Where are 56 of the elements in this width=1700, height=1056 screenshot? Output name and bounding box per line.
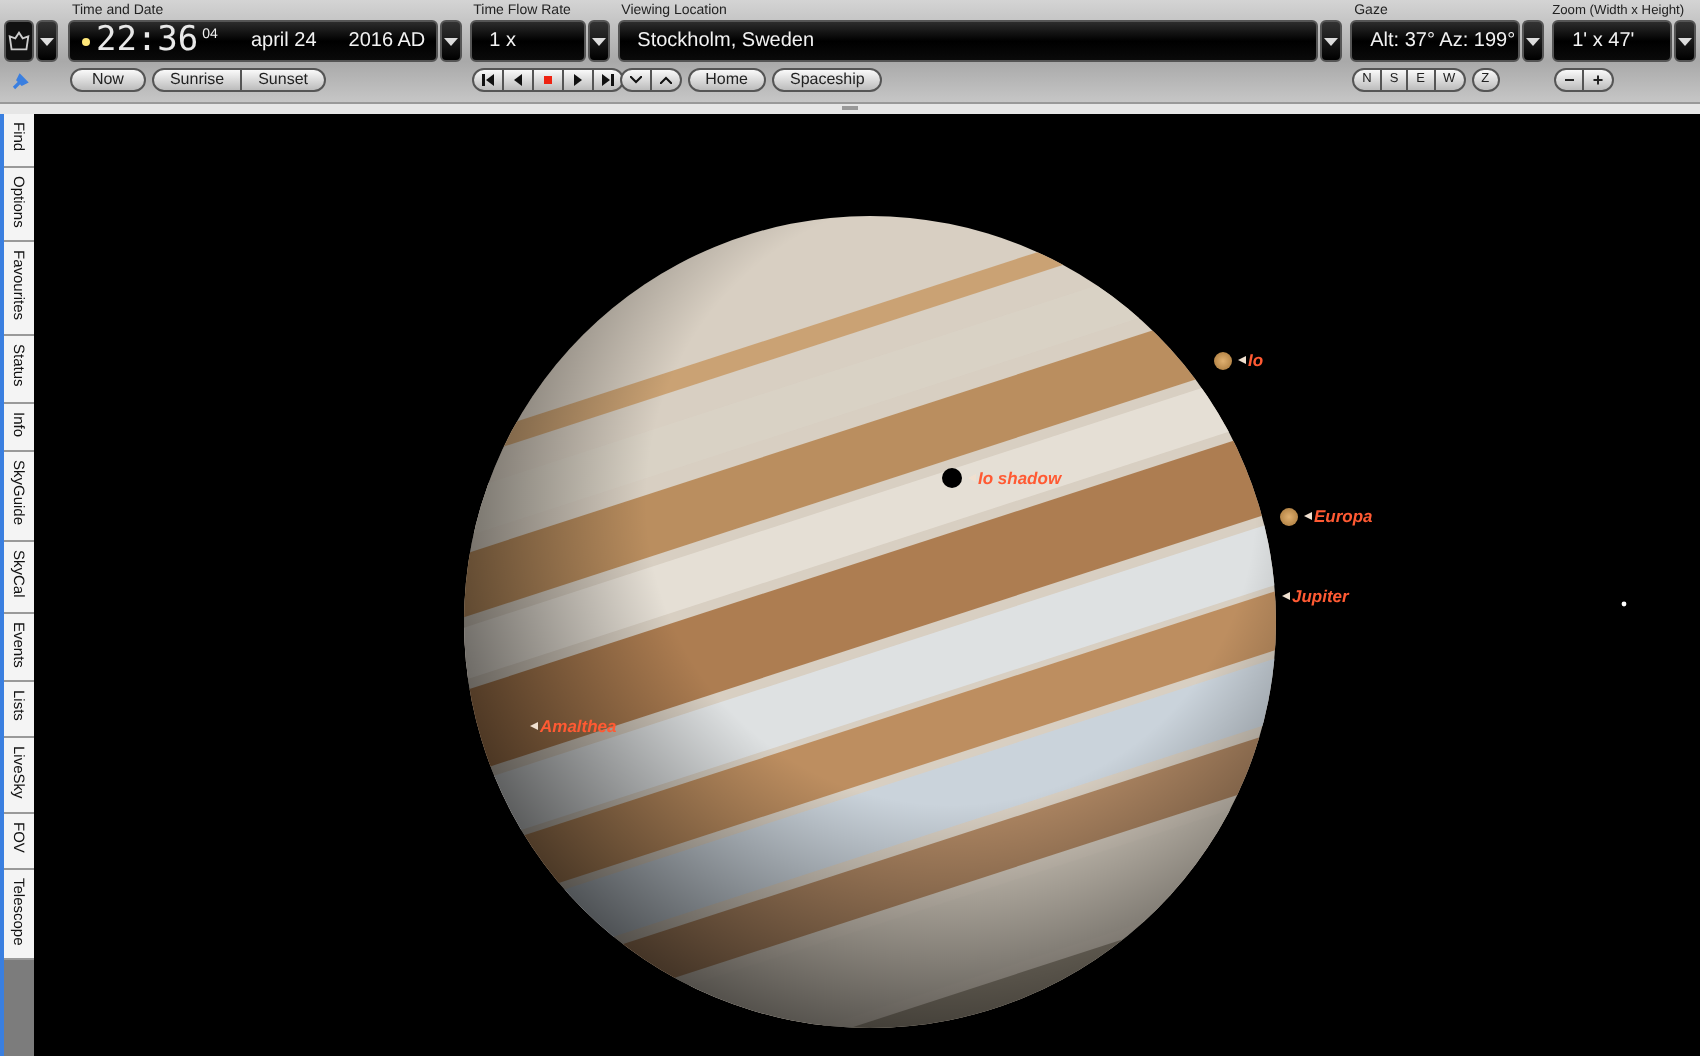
app-menu-button[interactable] bbox=[4, 20, 34, 62]
caret-icon bbox=[40, 37, 54, 45]
spaceship-button[interactable]: Spaceship bbox=[772, 68, 883, 92]
moon-marker[interactable] bbox=[1280, 507, 1298, 525]
sunset-button[interactable]: Sunset bbox=[242, 68, 326, 92]
stop-button[interactable] bbox=[533, 68, 564, 92]
location-field[interactable]: Stockholm, Sweden bbox=[617, 20, 1319, 62]
moon-marker[interactable] bbox=[1214, 351, 1232, 369]
dropdown-button[interactable] bbox=[439, 20, 462, 62]
caret-icon bbox=[1324, 37, 1339, 45]
sun-icon bbox=[79, 35, 92, 47]
play-icon bbox=[571, 74, 584, 86]
caret-icon bbox=[1526, 37, 1541, 45]
step-forward-icon bbox=[601, 74, 614, 86]
object-label[interactable]: Europa bbox=[1314, 506, 1373, 526]
zoom-field[interactable]: 1' x 47' bbox=[1552, 20, 1672, 62]
caret-icon bbox=[591, 37, 606, 45]
home-button[interactable]: Home bbox=[687, 68, 766, 92]
crown-icon bbox=[6, 29, 32, 53]
reverse-button[interactable] bbox=[503, 68, 534, 92]
dropdown-button[interactable] bbox=[36, 20, 58, 62]
zoom-in-button[interactable]: + bbox=[1584, 68, 1614, 92]
up-button[interactable] bbox=[651, 68, 682, 92]
pointer-icon bbox=[1238, 356, 1246, 364]
now-button[interactable]: Now bbox=[69, 68, 146, 92]
pointer-icon bbox=[530, 722, 538, 730]
play-button[interactable] bbox=[563, 68, 594, 92]
down-button[interactable] bbox=[619, 68, 652, 92]
left-triangle-icon bbox=[511, 74, 524, 86]
date-text: april 24 bbox=[250, 30, 317, 52]
chevron-down-icon bbox=[629, 76, 642, 84]
clock-time: 22:36 bbox=[95, 24, 199, 58]
dropdown-button[interactable] bbox=[587, 20, 610, 62]
dropdown-button[interactable] bbox=[1522, 20, 1545, 62]
step-back-button[interactable] bbox=[471, 68, 504, 92]
stop-icon bbox=[541, 74, 554, 86]
object-label[interactable]: Io bbox=[1248, 350, 1264, 370]
time-rate-value: 1 x bbox=[487, 30, 516, 52]
chevron-up-icon bbox=[659, 76, 672, 84]
step-forward-button[interactable] bbox=[593, 68, 624, 92]
gaze-field[interactable]: Alt: 37° Az: 199° bbox=[1350, 20, 1521, 62]
object-label[interactable]: Jupiter bbox=[1292, 586, 1349, 606]
sunrise-button[interactable]: Sunrise bbox=[151, 68, 243, 92]
caret-icon bbox=[1678, 37, 1692, 45]
dropdown-button[interactable] bbox=[1674, 20, 1696, 62]
caret-icon bbox=[443, 37, 458, 45]
year-text: 2016 AD bbox=[348, 30, 426, 52]
pin-icon bbox=[12, 71, 30, 89]
dropdown-button[interactable] bbox=[1320, 20, 1343, 62]
time-rate-field[interactable]: 1 x bbox=[469, 20, 586, 62]
star-dot bbox=[1621, 601, 1627, 607]
zoom-out-button[interactable]: − bbox=[1554, 68, 1585, 92]
pointer-icon bbox=[1282, 592, 1290, 600]
resize-handle[interactable] bbox=[842, 106, 858, 110]
pointer-icon bbox=[1304, 512, 1312, 520]
step-back-icon bbox=[481, 74, 494, 86]
